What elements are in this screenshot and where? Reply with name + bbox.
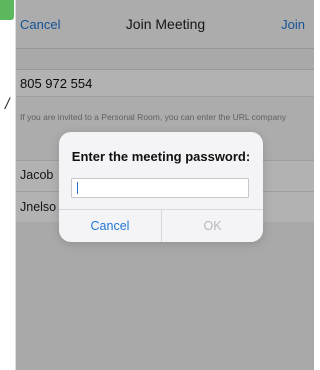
dialog-title: Enter the meeting password:: [71, 149, 251, 164]
dialog-cancel-button[interactable]: Cancel: [59, 210, 161, 242]
text-caret: [77, 182, 78, 194]
side-tab: [0, 0, 14, 20]
stray-mark: /: [5, 96, 10, 113]
phone-screen: Cancel Join Meeting Join 805 972 554 If …: [15, 0, 314, 370]
password-input[interactable]: [71, 178, 249, 198]
password-dialog: Enter the meeting password: Cancel OK: [59, 132, 263, 242]
page: / Cancel Join Meeting Join 805 972 554 I…: [0, 0, 314, 370]
dialog-ok-button[interactable]: OK: [162, 210, 263, 242]
